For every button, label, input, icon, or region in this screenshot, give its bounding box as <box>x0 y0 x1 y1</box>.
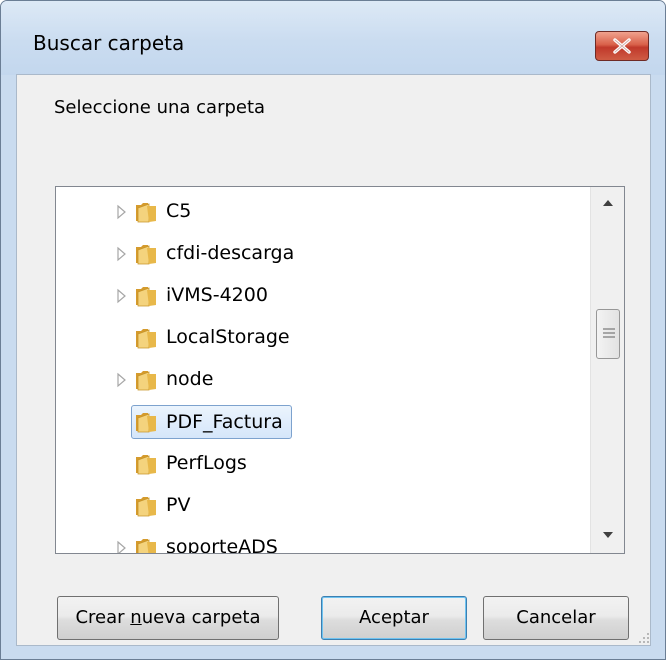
folder-tree-list: C5 cfdi-descarga iVMS-4200 LocalStorage node… <box>56 187 590 553</box>
browse-folder-dialog: Buscar carpeta Seleccione una carpeta C5… <box>0 0 666 660</box>
scroll-down-button[interactable] <box>591 519 624 553</box>
grip-lines-icon <box>603 328 615 338</box>
dialog-prompt: Seleccione una carpeta <box>54 97 266 118</box>
folder-icon <box>134 242 158 266</box>
chevron-down-icon <box>603 532 613 538</box>
tree-item[interactable]: soporteADS <box>56 527 590 553</box>
dialog-body: Seleccione una carpeta C5 cfdi-descarga iV… <box>16 74 651 646</box>
folder-icon <box>134 494 158 518</box>
scroll-thumb[interactable] <box>596 309 620 359</box>
tree-item-label: iVMS-4200 <box>166 284 268 306</box>
resize-grip-icon[interactable] <box>637 631 651 645</box>
tree-item[interactable]: node <box>56 359 590 401</box>
tree-item-label: LocalStorage <box>166 326 290 348</box>
title-bar[interactable]: Buscar carpeta <box>1 1 665 75</box>
folder-icon <box>134 200 158 224</box>
tree-item[interactable]: iVMS-4200 <box>56 275 590 317</box>
close-button[interactable] <box>595 31 649 61</box>
expand-arrow-icon[interactable] <box>116 372 128 388</box>
expand-arrow-icon[interactable] <box>116 204 128 220</box>
folder-icon <box>134 536 158 553</box>
new-folder-label-start: Crear <box>75 607 131 628</box>
tree-item[interactable]: PDF_Factura <box>56 401 590 443</box>
vertical-scrollbar[interactable] <box>590 187 624 553</box>
tree-item-label: PerfLogs <box>166 452 247 474</box>
expand-arrow-icon[interactable] <box>116 288 128 304</box>
new-folder-label-end: ueva carpeta <box>141 607 261 628</box>
window-title: Buscar carpeta <box>33 31 185 55</box>
tree-item-label: cfdi-descarga <box>166 242 295 264</box>
tree-item[interactable]: PV <box>56 485 590 527</box>
folder-tree[interactable]: C5 cfdi-descarga iVMS-4200 LocalStorage node… <box>55 186 625 554</box>
tree-item[interactable]: LocalStorage <box>56 317 590 359</box>
chevron-up-icon <box>603 200 613 206</box>
scroll-up-button[interactable] <box>591 187 624 221</box>
cancel-button[interactable]: Cancelar <box>483 596 629 640</box>
expand-arrow-icon[interactable] <box>116 540 128 553</box>
new-folder-mnemonic: n <box>130 607 142 628</box>
tree-item-label: node <box>166 368 214 390</box>
tree-item-label: PV <box>166 494 191 516</box>
ok-button[interactable]: Aceptar <box>321 596 467 640</box>
folder-icon <box>134 410 158 434</box>
tree-item[interactable]: C5 <box>56 191 590 233</box>
folder-icon <box>134 326 158 350</box>
close-icon <box>613 38 631 54</box>
expand-arrow-icon[interactable] <box>116 246 128 262</box>
folder-icon <box>134 368 158 392</box>
folder-icon <box>134 452 158 476</box>
new-folder-button[interactable]: Crear nueva carpeta <box>57 596 279 640</box>
folder-icon <box>134 284 158 308</box>
tree-item-label: C5 <box>166 200 192 222</box>
tree-item[interactable]: cfdi-descarga <box>56 233 590 275</box>
tree-item-label: soporteADS <box>166 536 278 553</box>
tree-item[interactable]: PerfLogs <box>56 443 590 485</box>
